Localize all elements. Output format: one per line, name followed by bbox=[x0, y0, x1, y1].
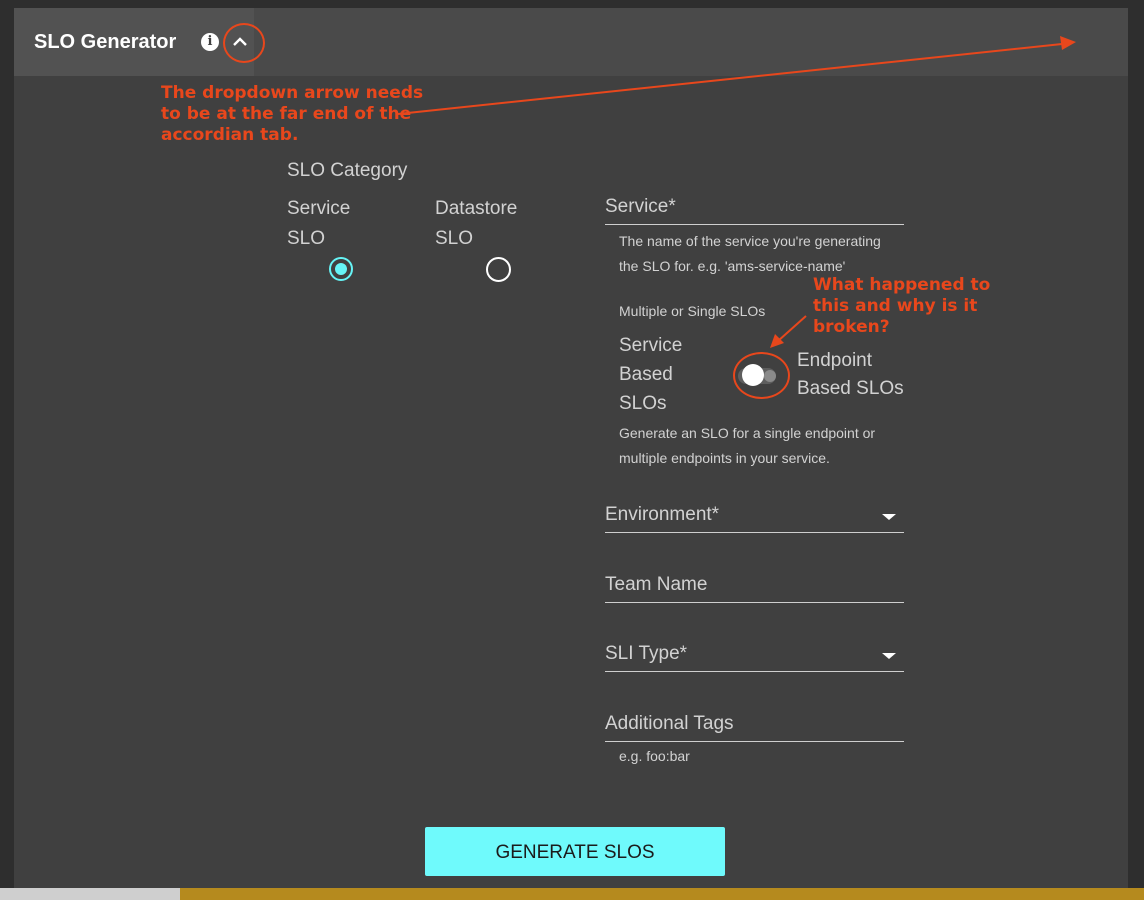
sli-type-placeholder: SLI Type* bbox=[605, 643, 688, 664]
annotation-circle-toggle bbox=[733, 352, 790, 399]
service-help-line1: The name of the service you're generatin… bbox=[619, 233, 881, 249]
datastore-slo-label-line2: SLO bbox=[435, 228, 474, 249]
annotation-arrow-note: The dropdown arrow needs to be at the fa… bbox=[161, 83, 424, 145]
slo-mode-label: Multiple or Single SLOs bbox=[619, 303, 766, 319]
additional-tags-placeholder: Additional Tags bbox=[605, 713, 734, 734]
service-field[interactable]: Service* bbox=[605, 194, 904, 225]
endpoint-based-line1: Endpoint bbox=[797, 350, 873, 371]
slo-mode-help-line2: multiple endpoints in your service. bbox=[619, 450, 830, 466]
info-icon[interactable]: i bbox=[201, 33, 219, 51]
datastore-slo-label-line1: Datastore bbox=[435, 198, 518, 219]
environment-select[interactable]: Environment* bbox=[605, 502, 904, 533]
service-placeholder: Service* bbox=[605, 196, 676, 217]
additional-tags-field[interactable]: Additional Tags bbox=[605, 711, 904, 742]
additional-tags-help: e.g. foo:bar bbox=[619, 748, 690, 764]
dropdown-caret-icon bbox=[882, 514, 896, 520]
endpoint-based-line2: Based SLOs bbox=[797, 378, 904, 399]
service-based-line2: Based bbox=[619, 364, 673, 385]
team-name-placeholder: Team Name bbox=[605, 574, 708, 595]
sli-type-select[interactable]: SLI Type* bbox=[605, 641, 904, 672]
dropdown-caret-icon bbox=[882, 653, 896, 659]
environment-placeholder: Environment* bbox=[605, 504, 720, 525]
accordion-title: SLO Generator bbox=[34, 31, 177, 53]
background-strip-left bbox=[0, 888, 180, 900]
service-slo-label-line1: Service bbox=[287, 198, 351, 219]
annotation-toggle-note: What happened to this and why is it brok… bbox=[813, 275, 991, 337]
service-based-line3: SLOs bbox=[619, 393, 667, 414]
slo-mode-help-line1: Generate an SLO for a single endpoint or bbox=[619, 425, 876, 441]
generate-slos-button[interactable]: GENERATE SLOS bbox=[425, 827, 725, 876]
service-based-line1: Service bbox=[619, 335, 683, 356]
datastore-slo-radio[interactable] bbox=[486, 257, 511, 282]
team-name-field[interactable]: Team Name bbox=[605, 572, 904, 603]
service-slo-label-line2: SLO bbox=[287, 228, 326, 249]
slo-category-label: SLO Category bbox=[287, 160, 408, 181]
service-slo-radio[interactable] bbox=[329, 257, 353, 281]
annotation-circle-chevron bbox=[223, 23, 265, 63]
accordion-header[interactable]: SLO Generator i bbox=[14, 8, 1128, 76]
service-help-line2: the SLO for. e.g. 'ams-service-name' bbox=[619, 258, 846, 274]
